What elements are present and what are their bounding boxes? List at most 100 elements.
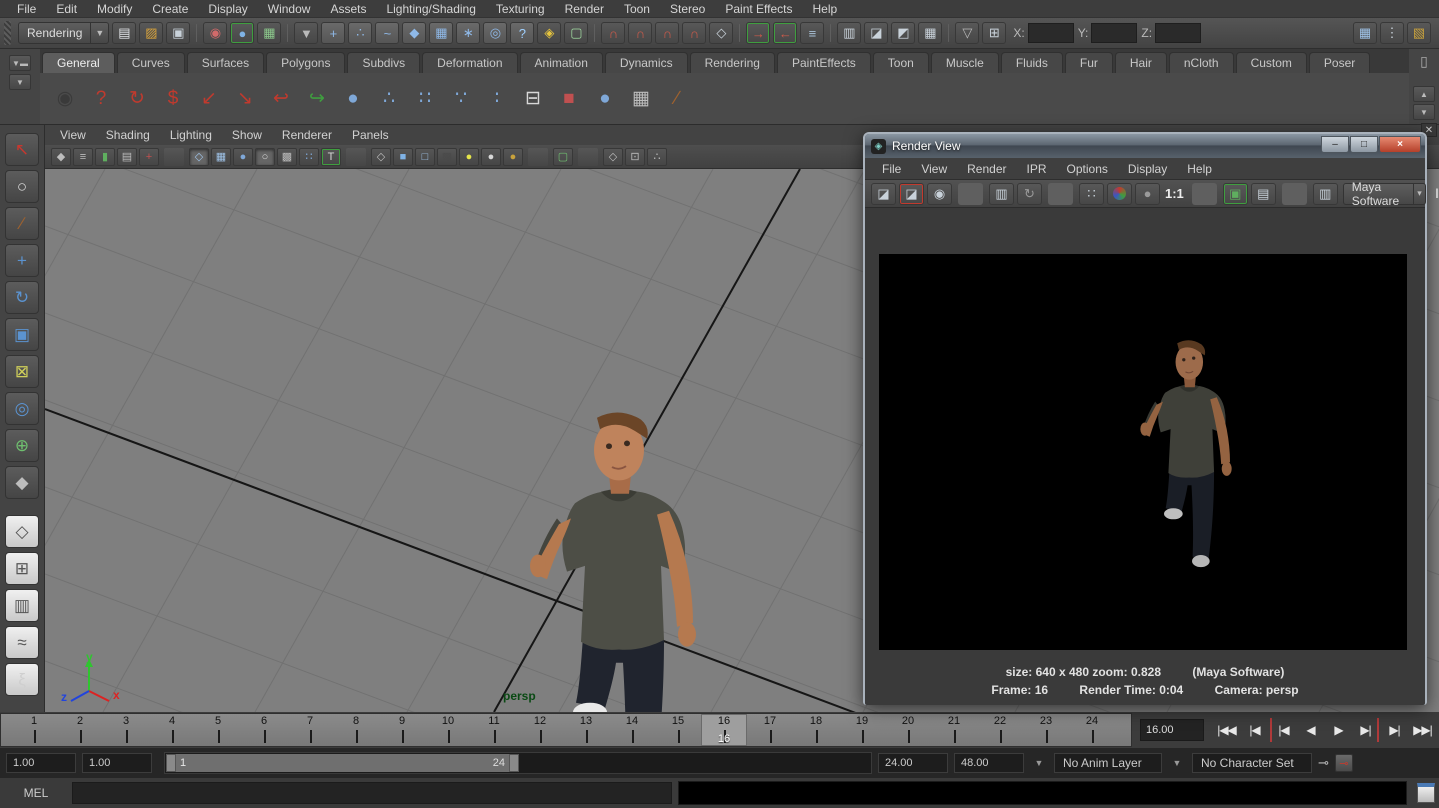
- render-view-window[interactable]: ◈ Render View – □ × FileViewRenderIPROpt…: [863, 132, 1427, 705]
- render-region-icon[interactable]: ∷: [1079, 183, 1104, 205]
- vp-menu-panels[interactable]: Panels: [343, 127, 398, 143]
- command-line-input[interactable]: [72, 782, 672, 804]
- share-view-icon[interactable]: ∴: [647, 148, 667, 166]
- go-to-end-button[interactable]: ▶▶|: [1410, 718, 1435, 742]
- time-slider[interactable]: 1 2 3 4 5: [0, 713, 1132, 747]
- shelf-tab-painteffects[interactable]: PaintEffects: [777, 52, 871, 73]
- single-pane-layout-icon[interactable]: ◇: [5, 515, 39, 548]
- render-current-frame-icon[interactable]: ◪: [871, 183, 896, 205]
- shelf-tab-dynamics[interactable]: Dynamics: [605, 52, 688, 73]
- vp-menu-lighting[interactable]: Lighting: [161, 127, 221, 143]
- menu-texturing[interactable]: Texturing: [487, 1, 554, 17]
- menu-edit[interactable]: Edit: [47, 1, 86, 17]
- snap-to-grid-icon[interactable]: ∩: [601, 22, 625, 44]
- rv-menu-render[interactable]: Render: [958, 161, 1015, 177]
- maximize-button[interactable]: □: [1350, 136, 1378, 153]
- play-backwards-button[interactable]: ◀: [1298, 718, 1323, 742]
- timeline-frame-18[interactable]: 18: [793, 714, 839, 746]
- menu-create[interactable]: Create: [143, 1, 197, 17]
- alpha-channel-icon[interactable]: ●: [1135, 183, 1160, 205]
- auto-keyframe-icon[interactable]: ⊸: [1335, 754, 1353, 772]
- script-editor-icon[interactable]: [1417, 783, 1435, 803]
- coordinate-input[interactable]: [1091, 23, 1137, 43]
- timeline-frame-2[interactable]: 2: [57, 714, 103, 746]
- soft-modification-tool-icon[interactable]: ◎: [5, 392, 39, 425]
- select-curves-mask-icon[interactable]: ~: [375, 22, 399, 44]
- shelf-tab-surfaces[interactable]: Surfaces: [187, 52, 264, 73]
- range-slider-track[interactable]: 1 24: [164, 752, 872, 774]
- default-material-cube-icon[interactable]: ◇: [371, 148, 391, 166]
- parent-nodes-icon[interactable]: ∴: [374, 84, 404, 114]
- play-forwards-button[interactable]: ▶: [1326, 718, 1351, 742]
- highlight-selection-mode-icon[interactable]: ▢: [564, 22, 588, 44]
- red-question-icon[interactable]: ?: [86, 84, 116, 114]
- chevron-down-icon[interactable]: ▼: [90, 23, 108, 43]
- gold-light-icon[interactable]: ●: [503, 148, 523, 166]
- menu-modify[interactable]: Modify: [88, 1, 141, 17]
- select-hierarchy-mode-icon[interactable]: ◉: [203, 22, 227, 44]
- timeline-frame-24[interactable]: 24: [1069, 714, 1115, 746]
- last-tool-icon[interactable]: ◆: [5, 466, 39, 499]
- universal-manipulator-tool-icon[interactable]: ⊠: [5, 355, 39, 388]
- pause-ipr-icon[interactable]: ‖: [1435, 186, 1439, 201]
- white-light-icon[interactable]: ●: [481, 148, 501, 166]
- timeline-frame-21[interactable]: 21: [931, 714, 977, 746]
- timeline-frame-23[interactable]: 23: [1023, 714, 1069, 746]
- timeline-frame-17[interactable]: 17: [747, 714, 793, 746]
- coordinate-mode-menu-icon[interactable]: ▽: [955, 22, 979, 44]
- sphere-trash-icon[interactable]: ●: [338, 84, 368, 114]
- renderer-selector[interactable]: Maya Software ▾: [1343, 183, 1426, 205]
- character-set-menu-icon[interactable]: ▼: [1168, 754, 1186, 772]
- current-time-field[interactable]: [1140, 719, 1204, 741]
- flat-circle-icon[interactable]: ○: [255, 148, 275, 166]
- playback-range-bar[interactable]: 1 24: [166, 754, 519, 772]
- frame-selection-icon[interactable]: ⊡: [625, 148, 645, 166]
- move-tool-icon[interactable]: +: [5, 244, 39, 277]
- camera-attributes-icon[interactable]: ≡: [73, 148, 93, 166]
- timeline-frame-11[interactable]: 11: [471, 714, 517, 746]
- coordinate-input[interactable]: [1155, 23, 1201, 43]
- shelf-tab-poser[interactable]: Poser: [1309, 52, 1370, 73]
- menu-set-selector[interactable]: Rendering ▼: [18, 22, 109, 44]
- node-editor-icon[interactable]: ⊟: [518, 84, 548, 114]
- camera-orbit-icon[interactable]: ↻: [122, 84, 152, 114]
- film-gate-icon[interactable]: ▦: [211, 148, 231, 166]
- timeline-frame-19[interactable]: 19: [839, 714, 885, 746]
- playback-end-field[interactable]: [878, 753, 948, 773]
- timeline-frame-8[interactable]: 8: [333, 714, 379, 746]
- shelf-scroll-up-icon[interactable]: ▲: [1413, 86, 1435, 102]
- range-end-handle[interactable]: [509, 754, 519, 772]
- smooth-shaded-cube-icon[interactable]: ■: [393, 148, 413, 166]
- rv-menu-options[interactable]: Options: [1058, 161, 1117, 177]
- character-set-selector[interactable]: No Character Set: [1192, 753, 1312, 773]
- go-to-start-button[interactable]: |◀◀: [1214, 718, 1239, 742]
- keep-image-icon[interactable]: ▣: [1223, 183, 1248, 205]
- step-forward-frame-button[interactable]: ▶|: [1382, 718, 1407, 742]
- wireframe-icon[interactable]: ◇: [189, 148, 209, 166]
- shelf-tab-polygons[interactable]: Polygons: [266, 52, 345, 73]
- timeline-frame-3[interactable]: 3: [103, 714, 149, 746]
- rgb-channels-icon[interactable]: ●: [1107, 183, 1132, 205]
- construction-history-icon[interactable]: ≡: [800, 22, 824, 44]
- snapshot-icon[interactable]: ◉: [927, 183, 952, 205]
- vp-menu-renderer[interactable]: Renderer: [273, 127, 341, 143]
- scale-tool-icon[interactable]: ▣: [5, 318, 39, 351]
- ipr-render-icon[interactable]: ▥: [989, 183, 1014, 205]
- snap-to-curve-icon[interactable]: ∩: [628, 22, 652, 44]
- absolute-relative-toggle-icon[interactable]: ⊞: [982, 22, 1006, 44]
- select-surfaces-mask-icon[interactable]: ◆: [402, 22, 426, 44]
- render-view-icon[interactable]: ▥: [837, 22, 861, 44]
- timeline-frame-13[interactable]: 13: [563, 714, 609, 746]
- menu-window[interactable]: Window: [259, 1, 320, 17]
- shelf-tab-ncloth[interactable]: nCloth: [1169, 52, 1234, 73]
- menu-display[interactable]: Display: [199, 1, 256, 17]
- attribute-spreadsheet-icon[interactable]: ▦: [1353, 22, 1377, 44]
- select-all-mask-icon[interactable]: +: [321, 22, 345, 44]
- anim-layer-menu-icon[interactable]: ▼: [1030, 754, 1048, 772]
- menu-paint-effects[interactable]: Paint Effects: [716, 1, 801, 17]
- chevron-down-icon[interactable]: ▾: [1413, 184, 1425, 204]
- undo-arrow-icon[interactable]: ↩: [266, 84, 296, 114]
- shelf-tab-general[interactable]: General: [42, 52, 115, 73]
- isolate-select-icon[interactable]: ◇: [603, 148, 623, 166]
- vp-menu-show[interactable]: Show: [223, 127, 271, 143]
